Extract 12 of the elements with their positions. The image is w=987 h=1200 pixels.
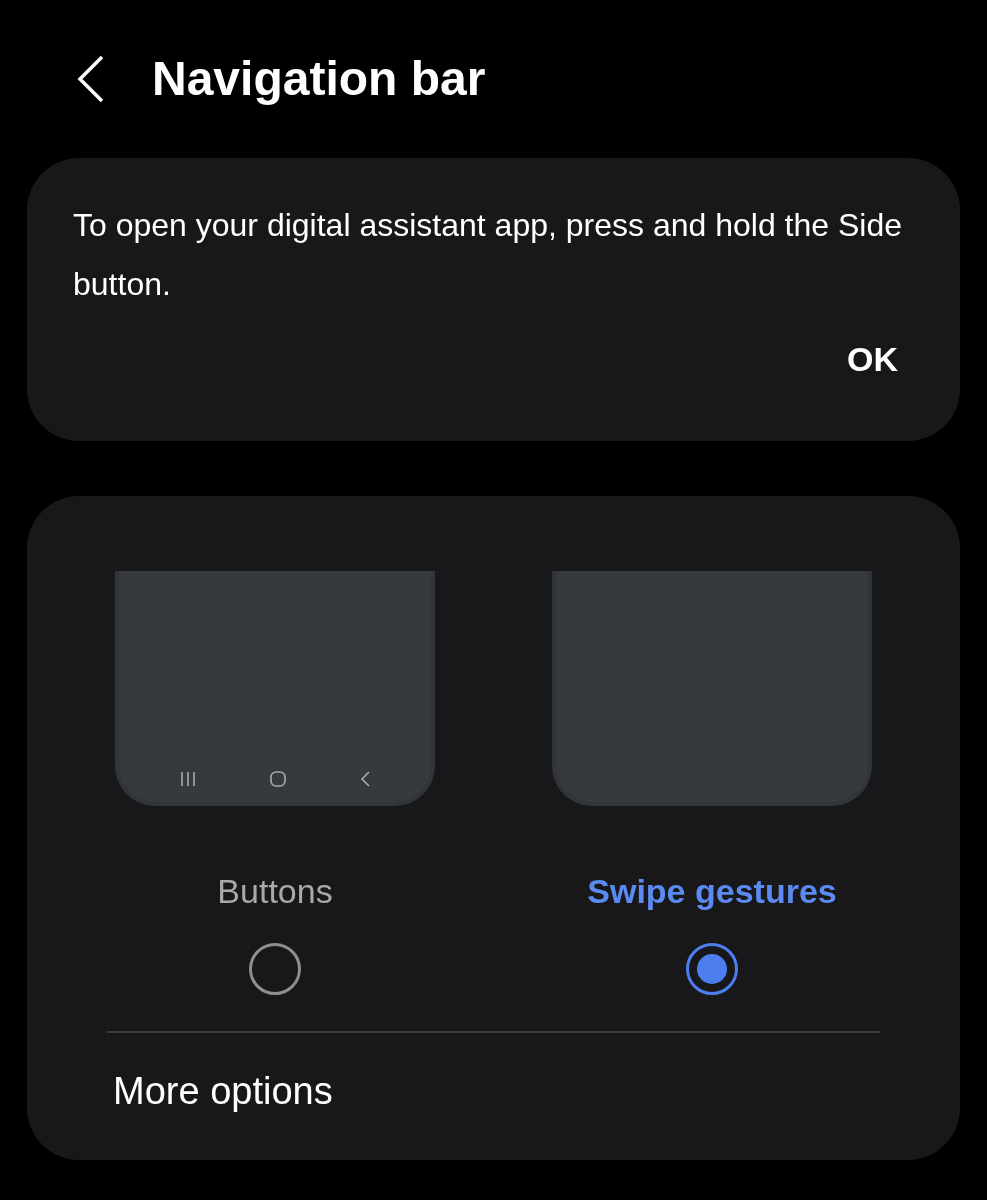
radio-button[interactable] xyxy=(686,943,738,995)
option-label[interactable]: Buttons xyxy=(217,866,333,917)
more-options-item[interactable]: More options xyxy=(67,1033,920,1160)
notice-message: To open your digital assistant app, press and hold the Side button. xyxy=(73,206,903,304)
option-label[interactable]: Swipe gestures xyxy=(587,866,837,917)
page-title: Navigation bar xyxy=(152,51,486,108)
home-icon xyxy=(269,770,287,788)
ok-button[interactable]: OK xyxy=(831,334,914,385)
recents-icon xyxy=(179,771,197,787)
back-icon xyxy=(359,770,371,788)
back-icon xyxy=(75,54,105,104)
radio-button[interactable] xyxy=(249,943,301,995)
